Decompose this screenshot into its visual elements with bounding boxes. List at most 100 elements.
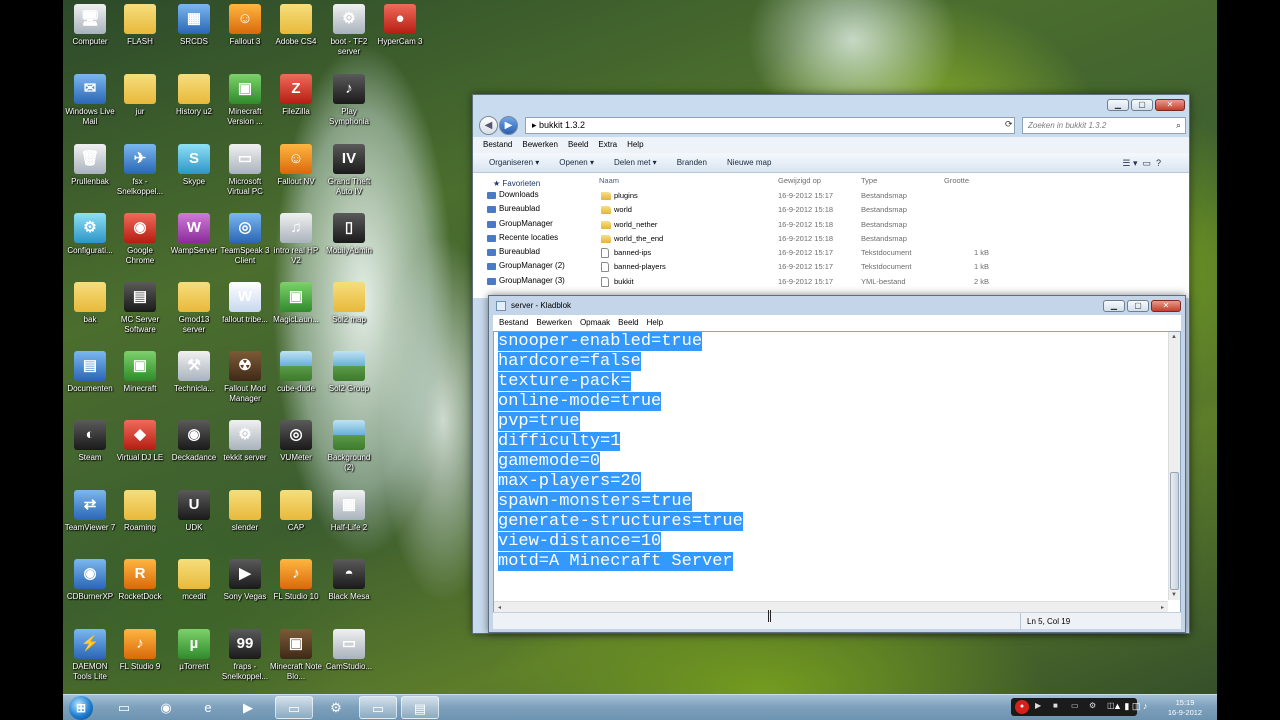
command-button[interactable]: Branden xyxy=(677,158,707,167)
file-row[interactable]: bukkit 16-9-2012 15:17 YML-bestand 2 kB xyxy=(591,275,1189,289)
desktop-icon[interactable]: U UDK xyxy=(167,490,221,533)
minimize-button[interactable]: ▁ xyxy=(1103,300,1125,312)
menu-item[interactable]: Help xyxy=(627,140,643,149)
ie-taskbar-icon[interactable]: e xyxy=(189,696,227,719)
folder-taskbar-button[interactable]: ▭ xyxy=(359,696,397,719)
view-options-icon[interactable]: ☰ ▾ ▭ ? xyxy=(1122,153,1181,173)
desktop-icon[interactable]: ▭ Microsoft Virtual PC xyxy=(218,144,272,197)
menu-item[interactable]: Extra xyxy=(598,140,617,149)
desktop-icon[interactable]: Sol2 map xyxy=(322,282,376,325)
minimize-button[interactable]: ▁ xyxy=(1107,99,1129,111)
vertical-scrollbar[interactable]: ▲ ▼ xyxy=(1168,332,1180,600)
column-type[interactable]: Type xyxy=(861,173,877,189)
explorer-window-taskbar-button[interactable]: ▭ xyxy=(275,696,313,719)
scroll-left-icon[interactable]: ◂ xyxy=(498,604,501,611)
scroll-up-icon[interactable]: ▲ xyxy=(1171,334,1177,340)
desktop-icon[interactable]: ✉ Windows Live Mail xyxy=(63,74,117,127)
desktop-icon[interactable]: ▶ Sony Vegas xyxy=(218,559,272,602)
desktop-icon[interactable]: ◉ CDBurnerXP xyxy=(63,559,117,602)
pause-icon[interactable]: ▶ xyxy=(1035,701,1041,710)
chrome-taskbar-icon[interactable]: ◉ xyxy=(147,696,185,719)
desktop-icon[interactable]: ▦ SRCDS xyxy=(167,4,221,47)
desktop-icon[interactable]: Gmod13 server xyxy=(167,282,221,335)
desktop-icon[interactable]: ☺ Fallout 3 xyxy=(218,4,272,47)
close-button[interactable]: ✕ xyxy=(1155,99,1185,111)
scroll-right-icon[interactable]: ▸ xyxy=(1161,604,1164,611)
scroll-down-icon[interactable]: ▼ xyxy=(1171,592,1177,598)
file-row[interactable]: banned-ips 16-9-2012 15:17 Tekstdocument 1 … xyxy=(591,246,1189,260)
desktop-icon[interactable]: ▣ Minecraft Note Blo... xyxy=(269,629,323,682)
desktop-icon[interactable]: 🗑 Prullenbak xyxy=(63,144,117,187)
desktop-icon[interactable]: ▣ MagicLaun... xyxy=(269,282,323,325)
desktop-icon[interactable]: Wfallout tribe... xyxy=(218,282,272,325)
desktop-icon[interactable]: Sol2 Group xyxy=(322,351,376,394)
notepad-text-area[interactable]: snooper-enabled=true hardcore=false textur… xyxy=(493,331,1181,614)
desktop-icon[interactable]: History u2 xyxy=(167,74,221,117)
desktop-icon[interactable]: ▤ Documenten xyxy=(63,351,117,394)
help-icon[interactable]: ? xyxy=(1156,158,1161,168)
maximize-button[interactable]: ▢ xyxy=(1127,300,1149,312)
column-date[interactable]: Gewijzigd op xyxy=(778,173,821,189)
desktop-icon[interactable]: ☢ Fallout Mod Manager xyxy=(218,351,272,404)
desktop-icon[interactable]: ◆ Virtual DJ LE xyxy=(113,420,167,463)
maximize-button[interactable]: ▢ xyxy=(1131,99,1153,111)
desktop-icon[interactable]: 99 fraps - Snelkoppel... xyxy=(218,629,272,682)
file-row[interactable]: world 16-9-2012 15:18 Bestandsmap xyxy=(591,203,1189,217)
desktop-icon[interactable]: ☺ Fallout NV xyxy=(269,144,323,187)
desktop-icon[interactable]: R RocketDock xyxy=(113,559,167,602)
desktop-icon[interactable]: ⚙ Configurati... xyxy=(63,213,117,256)
nav-item[interactable]: GroupManager xyxy=(473,217,585,231)
desktop-icon[interactable]: ● HyperCam 3 xyxy=(373,4,427,47)
desktop-icon[interactable]: ♪ FL Studio 9 xyxy=(113,629,167,672)
desktop-icon[interactable]: Background (2) xyxy=(322,420,376,473)
menu-item[interactable]: Help xyxy=(647,318,663,327)
desktop-icon[interactable]: CAP xyxy=(269,490,323,533)
desktop-icon[interactable]: ⚙ boot - TF2 server xyxy=(322,4,376,57)
menu-item[interactable]: Bewerken xyxy=(536,318,572,327)
address-field[interactable]: ▸ bukkit 1.3.2 xyxy=(525,117,1015,134)
file-row[interactable]: banned-players 16-9-2012 15:17 Tekstdocume… xyxy=(591,260,1189,274)
media-player-taskbar-icon[interactable]: ▶ xyxy=(229,696,267,719)
desktop-icon[interactable]: Adobe CS4 xyxy=(269,4,323,47)
nav-item[interactable]: Bureaublad xyxy=(473,202,585,216)
desktop-icon[interactable]: slender xyxy=(218,490,272,533)
desktop-icon[interactable]: ▯ MobilyAdmin xyxy=(322,213,376,256)
settings-icon[interactable]: ⚙ xyxy=(1089,701,1096,710)
start-button[interactable]: ⊞ xyxy=(69,696,93,720)
desktop-icon[interactable]: ♪ Play Symphonia xyxy=(322,74,376,127)
desktop-icon[interactable]: ♫ intro real HP V2 xyxy=(269,213,323,266)
taskbar-clock[interactable]: 15:19 16-9-2012 xyxy=(1161,698,1209,718)
desktop-icon[interactable]: jur xyxy=(113,74,167,117)
command-button[interactable]: Delen met ▾ xyxy=(614,158,657,167)
desktop-icon[interactable]: S Skype xyxy=(167,144,221,187)
explorer-titlebar[interactable]: ▁ ▢ ✕ xyxy=(473,95,1189,113)
refresh-icon[interactable]: ⟳ xyxy=(1005,119,1013,130)
desktop-icon[interactable]: ⚡ DAEMON Tools Lite xyxy=(63,629,117,682)
desktop-icon[interactable]: W WampServer xyxy=(167,213,221,256)
explorer-taskbar-icon[interactable]: ▭ xyxy=(105,696,143,719)
desktop-icon[interactable]: ▭ CamStudio... xyxy=(322,629,376,672)
nav-item[interactable]: GroupManager (3) xyxy=(473,274,585,288)
record-icon[interactable]: ● xyxy=(1015,700,1029,714)
desktop-icon[interactable]: ▣ Minecraft Version ... xyxy=(218,74,272,127)
desktop-icon[interactable]: ◎ VUMeter xyxy=(269,420,323,463)
desktop-icon[interactable]: ▦ Half-Life 2 xyxy=(322,490,376,533)
desktop-icon[interactable]: cube-dude xyxy=(269,351,323,394)
file-row[interactable]: world_nether 16-9-2012 15:18 Bestandsmap xyxy=(591,218,1189,232)
desktop-icon[interactable]: ✈ fsx - Snelkoppel... xyxy=(113,144,167,197)
command-button[interactable]: Organiseren ▾ xyxy=(489,158,539,167)
desktop-icon[interactable]: ▤ MC Server Software xyxy=(113,282,167,335)
notepad-window[interactable]: server - Kladblok ▁ ▢ ✕ Bestand Bewerken O… xyxy=(488,295,1186,633)
command-button[interactable]: Openen ▾ xyxy=(559,158,594,167)
back-button[interactable]: ◀ xyxy=(479,116,498,135)
nav-item[interactable]: Downloads xyxy=(473,188,585,202)
file-row[interactable]: plugins 16-9-2012 15:17 Bestandsmap xyxy=(591,189,1189,203)
system-tray-icons[interactable]: ▲ ▮ ◫ ♪ xyxy=(1113,701,1147,712)
menu-item[interactable]: Bestand xyxy=(499,318,528,327)
desktop-icon[interactable]: µ µTorrent xyxy=(167,629,221,672)
menu-item[interactable]: Bewerken xyxy=(522,140,558,149)
file-row[interactable]: world_the_end 16-9-2012 15:18 Bestandsmap xyxy=(591,232,1189,246)
desktop-icon[interactable]: ▣ Minecraft xyxy=(113,351,167,394)
nav-item[interactable]: Recente locaties xyxy=(473,231,585,245)
menu-item[interactable]: Beeld xyxy=(618,318,638,327)
